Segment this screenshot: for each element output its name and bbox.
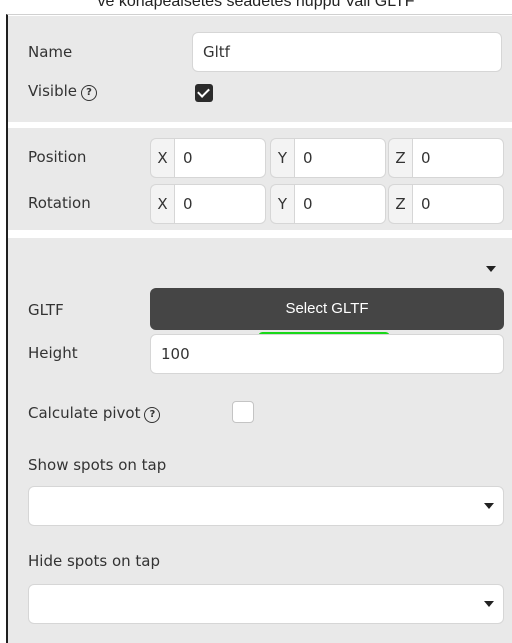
visible-label: Visible? [28,82,97,101]
rotation-y-input[interactable]: 0 [294,184,386,224]
position-z-field[interactable]: Z 0 [388,138,504,178]
rotation-label: Rotation [28,194,91,212]
position-x-field[interactable]: X 0 [150,138,266,178]
transform-panel: Position X 0 Y 0 Z 0 Rotation X 0 Y 0 Z … [8,128,512,230]
name-label: Name [28,43,73,61]
height-input[interactable]: 100 [150,334,504,374]
visible-label-text: Visible [28,82,77,100]
instruction-caption: ve kohapealsetes seadetes nuppu Vali GLT… [97,0,415,10]
calculate-pivot-checkbox[interactable] [232,401,254,423]
name-input[interactable]: Gltf [192,32,502,72]
help-icon[interactable]: ? [81,85,97,101]
position-label: Position [28,148,87,166]
hide-spots-dropdown-icon[interactable] [484,601,494,607]
z-axis-label: Z [388,184,412,224]
help-icon[interactable]: ? [144,407,161,423]
position-y-input[interactable]: 0 [294,138,386,178]
rotation-x-input[interactable]: 0 [174,184,266,224]
position-y-field[interactable]: Y 0 [270,138,386,178]
y-axis-label: Y [270,138,294,178]
position-x-input[interactable]: 0 [174,138,266,178]
show-spots-select[interactable] [28,486,504,526]
z-axis-label: Z [388,138,412,178]
general-panel: Name Gltf Visible? [8,16,512,122]
calculate-pivot-label: Calculate pivot? [28,404,161,423]
x-axis-label: X [150,184,174,224]
rotation-z-input[interactable]: 0 [412,184,504,224]
hide-spots-select[interactable] [28,584,504,624]
rotation-z-field[interactable]: Z 0 [388,184,504,224]
gltf-label: GLTF [28,301,64,319]
rotation-x-field[interactable]: X 0 [150,184,266,224]
gltf-panel: GLTF Select GLTF Height 100 Calculate pi… [8,238,512,643]
select-gltf-button[interactable]: Select GLTF [150,288,504,330]
position-z-input[interactable]: 0 [412,138,504,178]
height-label: Height [28,344,78,362]
visible-checkbox[interactable] [195,84,213,102]
hide-spots-label: Hide spots on tap [28,552,160,570]
x-axis-label: X [150,138,174,178]
show-spots-dropdown-icon[interactable] [484,503,494,509]
rotation-y-field[interactable]: Y 0 [270,184,386,224]
calculate-pivot-label-text: Calculate pivot [28,404,141,422]
show-spots-label: Show spots on tap [28,456,167,474]
collapse-caret-icon[interactable] [486,266,496,272]
y-axis-label: Y [270,184,294,224]
